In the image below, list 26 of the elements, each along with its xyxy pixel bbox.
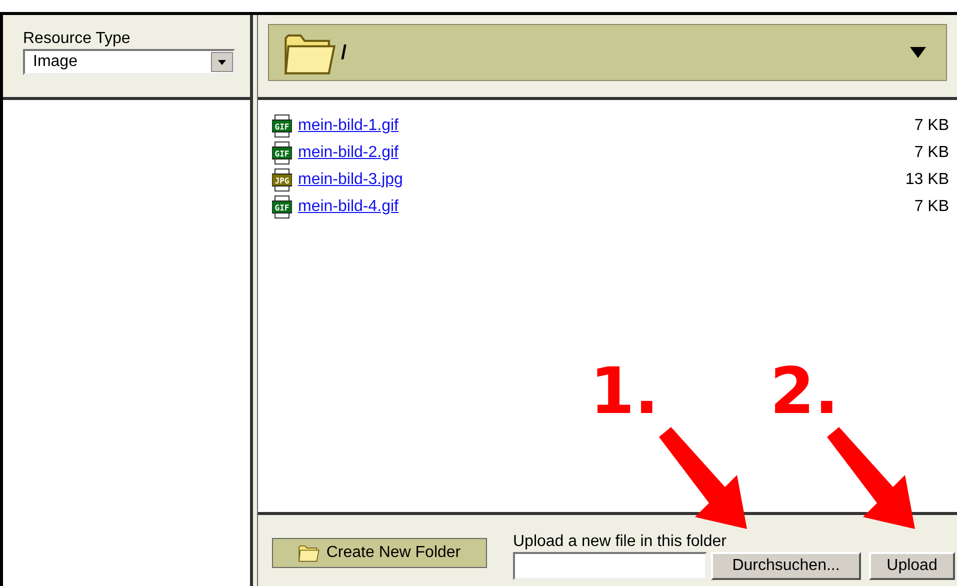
upload-label: Upload a new file in this folder [513, 532, 728, 552]
file-size: 13 KB [905, 170, 949, 190]
image-file-icon: GIF [272, 194, 292, 218]
folder-path: / [341, 40, 347, 66]
resource-type-label: Resource Type [23, 29, 132, 49]
file-input-field[interactable] [513, 552, 707, 580]
browse-button[interactable]: Durchsuchen... [711, 552, 861, 580]
image-file-icon: JPG [272, 168, 292, 192]
step-number: 1. [590, 360, 659, 424]
panel-splitter[interactable] [250, 15, 258, 586]
file-size: 7 KB [914, 142, 949, 162]
file-link[interactable]: mein-bild-4.gif [298, 194, 398, 218]
upload-button[interactable]: Upload [869, 552, 955, 580]
file-link[interactable]: mein-bild-2.gif [298, 140, 398, 164]
image-file-icon: GIF [272, 114, 292, 138]
resource-type-select[interactable]: Image [23, 49, 235, 75]
image-file-icon: GIF [272, 140, 292, 164]
create-folder-button[interactable]: Create New Folder [272, 538, 487, 568]
folder-path-bar[interactable]: / [268, 24, 947, 81]
file-size: 7 KB [914, 196, 949, 216]
dropdown-arrow-icon [910, 47, 926, 58]
step-number: 2. [770, 355, 839, 429]
file-link[interactable]: mein-bild-1.gif [298, 114, 398, 138]
file-size: 7 KB [914, 116, 949, 136]
folder-icon [298, 543, 320, 563]
file-link[interactable]: mein-bild-3.jpg [298, 168, 403, 192]
